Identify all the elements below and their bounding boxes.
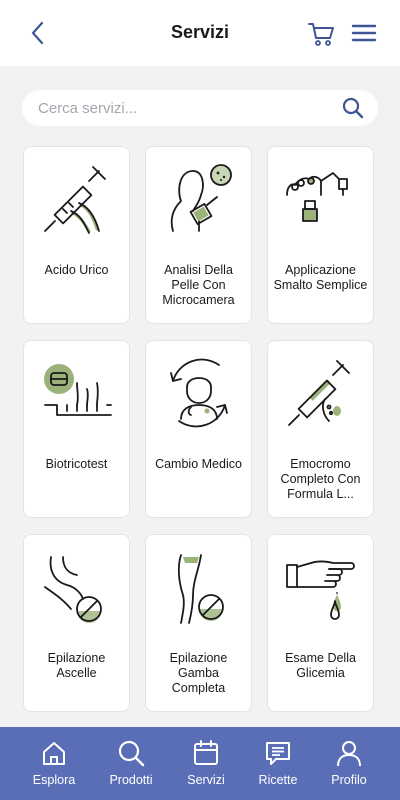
service-label: Applicazione Smalto Semplice: [273, 263, 368, 292]
service-card-glicemia[interactable]: Esame Della Glicemia: [267, 534, 374, 712]
service-label: Cambio Medico: [155, 457, 242, 471]
nav-label: Esplora: [32, 773, 76, 787]
service-label: Epilazione Gamba Completa: [169, 651, 228, 695]
service-card-epilazione-gamba[interactable]: Epilazione Gamba Completa: [145, 534, 252, 712]
bottom-navigation: Esplora Prodotti Servizi Ricette Profilo: [0, 727, 400, 800]
search-input[interactable]: [38, 90, 328, 126]
calendar-icon: [194, 740, 218, 765]
search-icon: [342, 97, 364, 119]
menu-button[interactable]: [350, 18, 378, 48]
service-label: Biotricotest: [45, 457, 108, 471]
cart-button[interactable]: [306, 18, 336, 48]
nail-polish-icon: [286, 172, 348, 222]
page-title: Servizi: [170, 22, 230, 42]
nav-label: Ricette: [258, 773, 298, 787]
doctor-change-icon: [170, 358, 228, 428]
glucose-finger-icon: [286, 560, 355, 620]
leg-epilation-icon: [177, 554, 224, 624]
syringe-knee-icon: [44, 166, 106, 234]
service-card-smalto[interactable]: Applicazione Smalto Semplice: [267, 146, 374, 324]
nav-label: Prodotti: [109, 773, 153, 787]
service-card-acido-urico[interactable]: Acido Urico: [23, 146, 130, 324]
service-label: Epilazione Ascelle: [47, 651, 106, 680]
app-header: Servizi: [0, 0, 400, 66]
service-label: Analisi Della Pelle Con Microcamera: [162, 263, 235, 307]
service-card-cambio-medico[interactable]: Cambio Medico: [145, 340, 252, 518]
service-label: Esame Della Glicemia: [285, 651, 356, 680]
nav-label: Profilo: [331, 773, 367, 787]
service-card-epilazione-ascelle[interactable]: Epilazione Ascelle: [23, 534, 130, 712]
search-icon: [118, 740, 145, 767]
user-icon: [337, 741, 361, 767]
service-card-biotricotest[interactable]: Biotricotest: [23, 340, 130, 518]
nav-label: Servizi: [187, 773, 225, 787]
service-label: Emocromo Completo Con Formula L...: [280, 457, 361, 501]
search-bar: [22, 90, 378, 126]
nav-item-esplora[interactable]: Esplora: [14, 727, 94, 800]
nav-item-profilo[interactable]: Profilo: [309, 727, 389, 800]
blood-syringe-icon: [288, 360, 350, 426]
skin-microcamera-icon: [170, 164, 232, 232]
hamburger-menu-icon: [351, 24, 377, 42]
armpit-epilation-icon: [44, 556, 102, 623]
nav-item-servizi[interactable]: Servizi: [166, 727, 246, 800]
hair-follicle-icon: [44, 364, 112, 416]
service-label: Acido Urico: [44, 263, 109, 277]
home-icon: [43, 742, 65, 765]
nav-item-prodotti[interactable]: Prodotti: [91, 727, 171, 800]
cart-icon: [308, 23, 334, 46]
nav-item-ricette[interactable]: Ricette: [238, 727, 318, 800]
search-button[interactable]: [342, 97, 364, 119]
prescription-icon: [266, 742, 290, 765]
service-card-analisi-pelle[interactable]: Analisi Della Pelle Con Microcamera: [145, 146, 252, 324]
service-card-emocromo[interactable]: Emocromo Completo Con Formula L...: [267, 340, 374, 518]
